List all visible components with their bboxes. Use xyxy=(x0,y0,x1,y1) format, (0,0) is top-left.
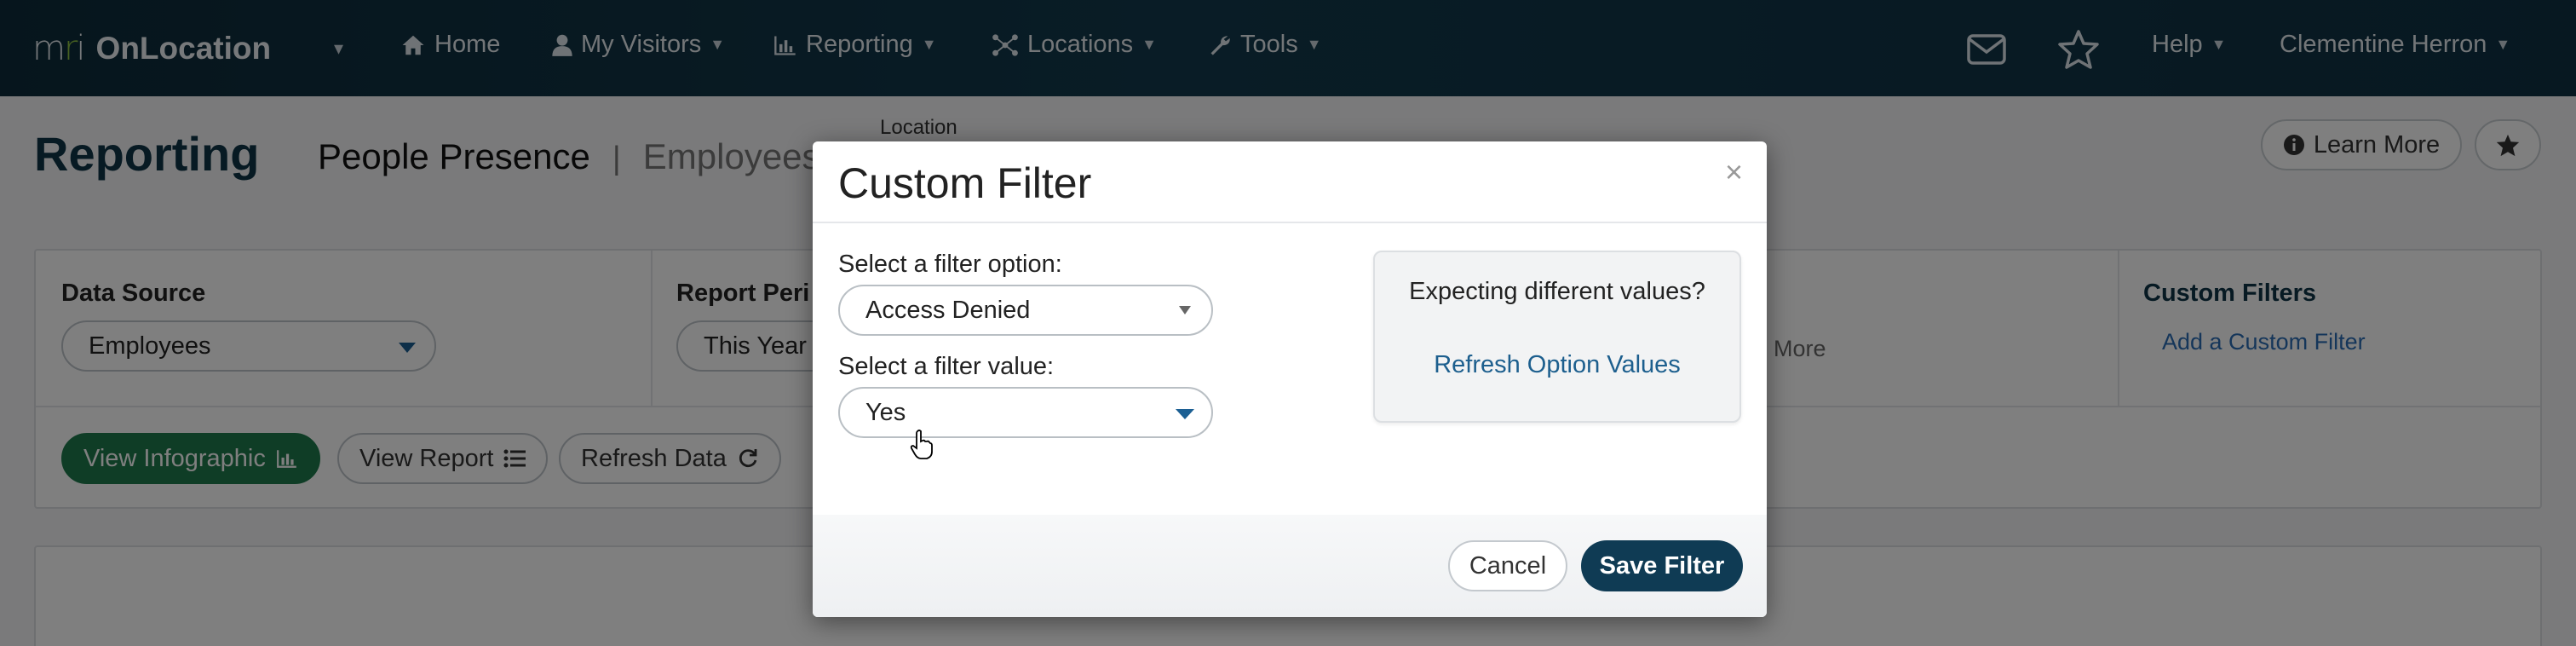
cancel-button[interactable]: Cancel xyxy=(1448,540,1567,591)
hand-cursor-icon xyxy=(910,430,933,459)
filter-option-select[interactable]: Access Denied xyxy=(838,285,1213,336)
filter-option-value: Access Denied xyxy=(865,296,1031,324)
expecting-text: Expecting different values? xyxy=(1409,278,1705,305)
filter-value-select[interactable]: Yes xyxy=(838,387,1213,438)
save-filter-button[interactable]: Save Filter xyxy=(1581,540,1743,591)
chevron-down-icon xyxy=(1179,306,1191,314)
modal-footer: Cancel Save Filter xyxy=(813,515,1767,617)
close-icon[interactable]: × xyxy=(1725,157,1743,187)
refresh-option-values-link[interactable]: Refresh Option Values xyxy=(1375,351,1739,379)
chevron-down-icon xyxy=(1176,409,1194,419)
filter-value-value: Yes xyxy=(865,398,906,426)
filter-option-label: Select a filter option: xyxy=(838,251,1062,278)
filter-value-label: Select a filter value: xyxy=(838,353,1055,380)
modal-title: Custom Filter xyxy=(838,159,1092,207)
modal-header: Custom Filter × xyxy=(813,141,1767,223)
refresh-options-well: Expecting different values? Refresh Opti… xyxy=(1373,251,1741,423)
custom-filter-modal: Custom Filter × Select a filter option: … xyxy=(813,141,1767,617)
